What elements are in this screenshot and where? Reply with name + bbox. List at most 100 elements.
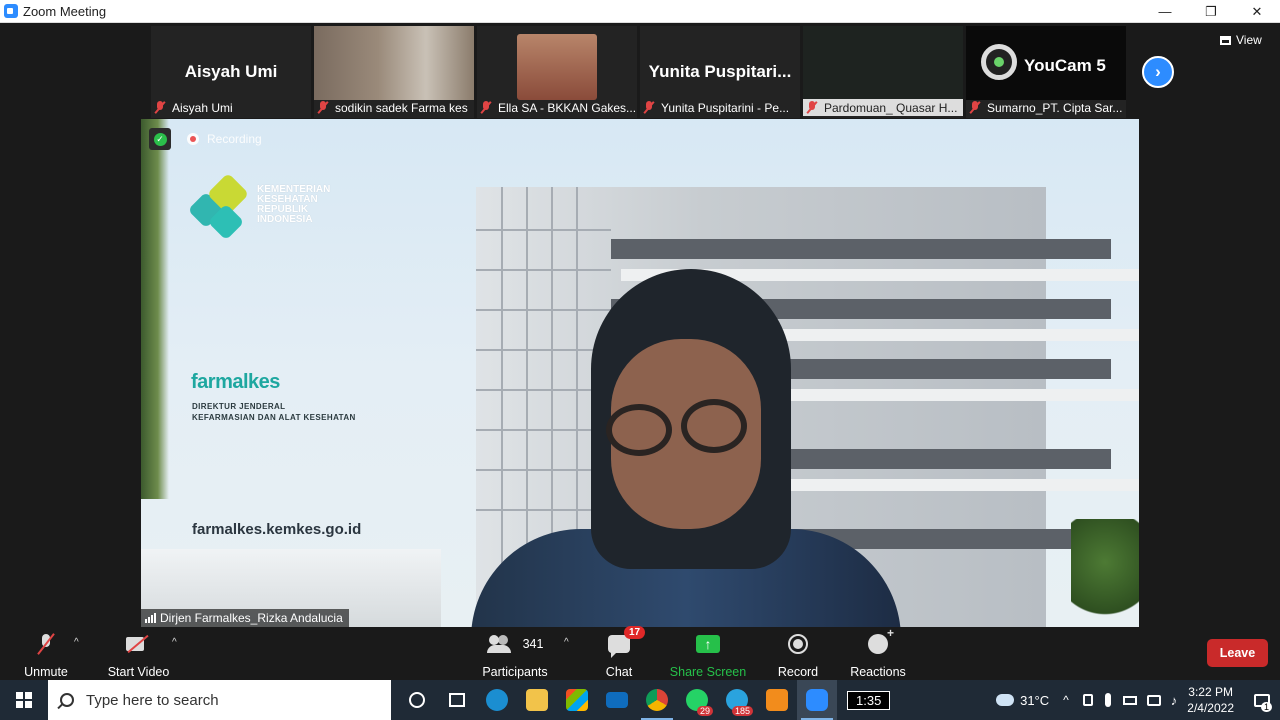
store-icon (566, 689, 588, 711)
participant-video (314, 26, 474, 100)
chrome-icon (646, 689, 668, 711)
microphone-muted-icon (39, 634, 53, 654)
microphone-icon[interactable] (1104, 693, 1111, 707)
share-screen-label: Share Screen (669, 665, 747, 679)
website-text: farmalkes.kemkes.go.id (192, 521, 362, 538)
participant-label: sodikin sadek Farma kes (335, 100, 468, 115)
taskbar-store[interactable] (557, 680, 597, 720)
taskbar-edge[interactable] (477, 680, 517, 720)
participants-caret[interactable]: ^ (564, 637, 569, 648)
unmute-label: Unmute (24, 665, 68, 679)
video-options-caret[interactable]: ^ (172, 637, 177, 648)
clock-time: 3:22 PM (1188, 685, 1233, 699)
grid-view-icon (1220, 35, 1231, 45)
record-button[interactable]: Record (777, 630, 819, 679)
close-button[interactable]: ✕ (1234, 0, 1280, 23)
taskbar-app[interactable] (757, 680, 797, 720)
participant-tile[interactable]: YouCam 5 Sumarno_PT. Cipta Sar... (966, 26, 1126, 118)
volume-icon[interactable]: ♪ (1171, 693, 1178, 708)
mic-muted-icon (154, 101, 166, 114)
participant-tile[interactable]: Ella SA - BKKAN Gakes... (477, 26, 637, 118)
timer-display[interactable]: 1:35 (847, 690, 891, 710)
participant-tile[interactable]: sodikin sadek Farma kes (314, 26, 474, 118)
minimize-button[interactable]: — (1142, 0, 1188, 23)
cortana-icon (409, 692, 425, 708)
taskbar-chrome[interactable] (637, 680, 677, 720)
show-hidden-icon[interactable]: ^ (1063, 693, 1069, 707)
notification-count: 1 (1260, 702, 1272, 712)
participant-tile[interactable]: Pardomuan_ Quasar H... (803, 26, 963, 118)
chat-button[interactable]: 17 Chat (603, 626, 646, 679)
participant-video: YouCam 5 (966, 26, 1126, 100)
taskbar-explorer[interactable] (517, 680, 557, 720)
participants-icon (486, 635, 513, 653)
folder-icon (526, 689, 548, 711)
record-dot-icon (187, 133, 199, 145)
clock[interactable]: 3:22 PM 2/4/2022 (1187, 684, 1234, 716)
battery-icon[interactable] (1122, 695, 1137, 705)
audio-options-caret[interactable]: ^ (74, 637, 79, 648)
participant-tile[interactable]: Yunita Puspitari... Yunita Puspitarini -… (640, 26, 800, 118)
record-icon (788, 634, 808, 654)
signal-bars-icon (145, 613, 156, 623)
task-view-icon (449, 693, 465, 707)
windows-taskbar: Type here to search 29 185 1:35 31°C ^ ♪… (0, 680, 1280, 720)
start-button[interactable] (0, 680, 48, 720)
share-screen-icon: ↑ (696, 635, 720, 653)
notifications-button[interactable]: 1 (1244, 680, 1280, 720)
youcam-logo-icon (981, 44, 1017, 80)
reactions-icon (868, 626, 894, 654)
participants-count: 341 (522, 637, 544, 651)
participant-label: Yunita Puspitarini - Pe... (661, 100, 790, 115)
camera-off-icon (125, 635, 152, 653)
security-shield-icon[interactable]: ✓ (149, 128, 171, 150)
network-icon[interactable] (1146, 694, 1161, 706)
share-screen-button[interactable]: ↑ Share Screen (669, 630, 747, 679)
task-view-button[interactable] (437, 680, 477, 720)
search-placeholder: Type here to search (86, 691, 219, 709)
cortana-button[interactable] (397, 680, 437, 720)
edge-icon (486, 689, 508, 711)
taskbar-mail[interactable] (597, 680, 637, 720)
participant-label: Aisyah Umi (172, 100, 233, 115)
participant-label: Sumarno_PT. Cipta Sar... (987, 100, 1123, 115)
participant-strip: Aisyah Umi Aisyah Umi sodikin sadek Farm… (151, 26, 1131, 118)
participant-tile[interactable]: Aisyah Umi Aisyah Umi (151, 26, 311, 118)
recording-indicator: Recording (187, 132, 262, 146)
speaker-name-tag: Dirjen Farmalkes_Rizka Andalucia (141, 609, 349, 627)
meeting-stage: Aisyah Umi Aisyah Umi sodikin sadek Farm… (0, 23, 1280, 627)
taskbar-search[interactable]: Type here to search (48, 680, 391, 720)
window-title: Zoom Meeting (23, 3, 107, 19)
participants-button[interactable]: 341 Participants (482, 630, 548, 679)
start-video-button[interactable]: Start Video (107, 630, 170, 679)
brand-subtitle: DIREKTUR JENDERAL KEFARMASIAN DAN ALAT K… (192, 402, 356, 422)
record-label: Record (777, 665, 819, 679)
telegram-badge: 185 (731, 706, 753, 716)
next-page-button[interactable]: › (1142, 56, 1174, 88)
restore-button[interactable]: ❐ (1188, 0, 1234, 23)
recording-label: Recording (207, 132, 262, 146)
participant-big-name: Aisyah Umi (184, 62, 278, 81)
windows-logo-icon (16, 692, 32, 708)
meet-now-icon[interactable] (1082, 694, 1093, 706)
participant-label: Pardomuan_ Quasar H... (824, 100, 958, 115)
system-tray: 31°C ^ ♪ 3:22 PM 2/4/2022 1 (996, 680, 1280, 720)
taskbar-whatsapp[interactable]: 29 (677, 680, 717, 720)
clock-date: 2/4/2022 (1187, 701, 1234, 715)
participant-video (803, 26, 963, 100)
window-titlebar: Zoom Meeting — ❐ ✕ (0, 0, 1280, 23)
search-icon (60, 693, 74, 707)
leave-button[interactable]: Leave (1207, 639, 1268, 667)
meeting-toolbar: Unmute ^ Start Video ^ 341 Participants … (0, 626, 1280, 680)
reactions-button[interactable]: Reactions (850, 626, 906, 679)
taskbar-zoom[interactable] (797, 680, 837, 720)
mic-muted-icon (643, 101, 655, 114)
weather-temp[interactable]: 31°C (1020, 693, 1049, 708)
app-icon (766, 689, 788, 711)
unmute-button[interactable]: Unmute (23, 630, 69, 679)
speaker-person (441, 269, 901, 627)
active-speaker-video[interactable]: KEMENTERIAN KESEHATAN REPUBLIK INDONESIA… (141, 119, 1139, 627)
mic-muted-icon (806, 101, 818, 114)
taskbar-telegram[interactable]: 185 (717, 680, 757, 720)
view-button[interactable]: View (1220, 33, 1262, 47)
